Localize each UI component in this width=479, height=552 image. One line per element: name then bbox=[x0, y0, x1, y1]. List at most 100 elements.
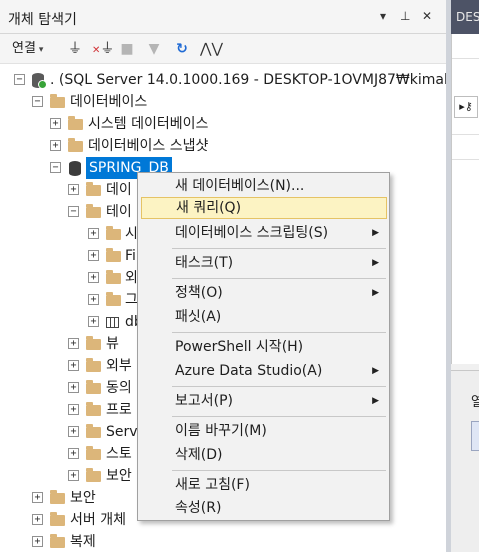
object-explorer-toolbar: 연결 ▾ ⏚ ✕⏚ ■ ▼ ↻ ⋀⋁ bbox=[0, 34, 446, 64]
folder-icon bbox=[50, 94, 65, 108]
folder-icon bbox=[106, 226, 121, 240]
menu-separator bbox=[172, 332, 386, 333]
object-explorer-titlebar: 개체 탐색기 ▾ ⊥ ✕ bbox=[0, 0, 446, 34]
menu-item-label: 태스크(T) bbox=[175, 255, 234, 271]
tree-node-label: 서버 개체 bbox=[70, 512, 126, 528]
disconnect-plug-icon[interactable]: ✕⏚ bbox=[92, 40, 114, 58]
tree-node-label: 외 bbox=[125, 270, 138, 286]
folder-icon bbox=[86, 424, 101, 438]
document-tab[interactable]: DESKTOP bbox=[451, 0, 479, 34]
menu-item-script-database[interactable]: 데이터베이스 스크립팅(S) ▶ bbox=[141, 222, 387, 244]
expand-icon[interactable]: + bbox=[88, 294, 99, 305]
tree-node-label: 그 bbox=[125, 292, 138, 308]
expand-icon[interactable]: + bbox=[88, 250, 99, 261]
tree-node-label: 뷰 bbox=[106, 336, 119, 352]
document-pane: DESKTOP ▸⚷ 열 bbox=[451, 0, 479, 552]
connect-label: 연결 bbox=[12, 41, 36, 56]
menu-item-properties[interactable]: 속성(R) bbox=[141, 497, 387, 519]
collapse-icon[interactable]: − bbox=[14, 74, 25, 85]
menu-item-reports[interactable]: 보고서(P) ▶ bbox=[141, 390, 387, 412]
menu-item-label: 새 쿼리(Q) bbox=[176, 200, 242, 216]
menu-item-azure-data-studio[interactable]: Azure Data Studio(A) ▶ bbox=[141, 360, 387, 382]
database-icon bbox=[69, 161, 81, 176]
refresh-icon[interactable]: ↻ bbox=[173, 40, 191, 58]
menu-item-start-powershell[interactable]: PowerShell 시작(H) bbox=[141, 336, 387, 358]
folder-icon bbox=[106, 248, 121, 262]
expand-icon[interactable]: + bbox=[68, 404, 79, 415]
folder-icon bbox=[86, 468, 101, 482]
expand-icon[interactable]: + bbox=[50, 118, 61, 129]
tree-node-label: 보안 bbox=[106, 468, 132, 484]
menu-item-label: 정책(O) bbox=[175, 285, 223, 301]
expand-icon[interactable]: + bbox=[32, 536, 43, 547]
activity-monitor-icon[interactable]: ⋀⋁ bbox=[200, 40, 223, 58]
menu-item-label: 이름 바꾸기(M) bbox=[175, 423, 267, 439]
menu-item-delete[interactable]: 삭제(D) bbox=[141, 444, 387, 466]
key-icon: ▸⚷ bbox=[454, 96, 478, 118]
pin-icon[interactable]: ⊥ bbox=[400, 9, 410, 23]
menu-item-new-query[interactable]: 새 쿼리(Q) bbox=[141, 197, 387, 219]
tree-node-label: 프로 bbox=[106, 402, 132, 418]
menu-separator bbox=[172, 278, 386, 279]
tree-node-label: 시 bbox=[125, 226, 138, 242]
menu-item-label: PowerShell 시작(H) bbox=[175, 339, 304, 355]
window-position-dropdown-icon[interactable]: ▾ bbox=[380, 9, 386, 23]
submenu-arrow-icon: ▶ bbox=[372, 396, 379, 406]
menu-item-facets[interactable]: 패싯(A) bbox=[141, 306, 387, 328]
expand-icon[interactable]: + bbox=[68, 338, 79, 349]
tree-node-label: 데이 bbox=[106, 182, 132, 198]
menu-separator bbox=[172, 416, 386, 417]
folder-icon bbox=[86, 336, 101, 350]
menu-item-label: 보고서(P) bbox=[175, 393, 234, 409]
folder-icon bbox=[106, 270, 121, 284]
expand-icon[interactable]: + bbox=[32, 514, 43, 525]
chevron-down-icon: ▾ bbox=[38, 45, 44, 55]
tree-node-label: 외부 bbox=[106, 358, 132, 374]
expand-icon[interactable]: + bbox=[68, 470, 79, 481]
folder-icon bbox=[68, 138, 83, 152]
menu-item-label: Azure Data Studio(A) bbox=[175, 363, 323, 379]
expand-icon[interactable]: + bbox=[32, 492, 43, 503]
results-grid: ▸⚷ bbox=[451, 34, 479, 364]
collapse-icon[interactable]: − bbox=[50, 162, 61, 173]
folder-icon bbox=[86, 182, 101, 196]
tree-node-label: 테이 bbox=[106, 204, 132, 220]
menu-item-label: 패싯(A) bbox=[175, 309, 222, 325]
expand-icon[interactable]: + bbox=[68, 426, 79, 437]
menu-item-refresh[interactable]: 새로 고침(F) bbox=[141, 474, 387, 496]
connect-button[interactable]: 연결 ▾ bbox=[12, 40, 43, 58]
close-icon[interactable]: ✕ bbox=[422, 9, 432, 23]
tree-node-label: 복제 bbox=[70, 534, 96, 550]
expand-icon[interactable]: + bbox=[50, 140, 61, 151]
menu-item-tasks[interactable]: 태스크(T) ▶ bbox=[141, 252, 387, 274]
expand-icon[interactable]: + bbox=[68, 382, 79, 393]
submenu-arrow-icon: ▶ bbox=[372, 288, 379, 298]
collapse-icon[interactable]: − bbox=[32, 96, 43, 107]
collapse-icon[interactable]: − bbox=[68, 206, 79, 217]
expand-icon[interactable]: + bbox=[68, 448, 79, 459]
menu-item-new-database[interactable]: 새 데이터베이스(N)... bbox=[141, 175, 387, 197]
menu-item-rename[interactable]: 이름 바꾸기(M) bbox=[141, 420, 387, 442]
expand-icon[interactable]: + bbox=[68, 184, 79, 195]
connect-plug-icon[interactable]: ⏚ bbox=[66, 40, 84, 58]
folder-icon bbox=[86, 446, 101, 460]
menu-item-label: 데이터베이스 스크립팅(S) bbox=[175, 225, 329, 241]
menu-item-policies[interactable]: 정책(O) ▶ bbox=[141, 282, 387, 304]
expand-icon[interactable]: + bbox=[88, 228, 99, 239]
context-menu: 새 데이터베이스(N)... 새 쿼리(Q) 데이터베이스 스크립팅(S) ▶ 태… bbox=[137, 172, 390, 521]
folder-icon bbox=[86, 358, 101, 372]
submenu-arrow-icon: ▶ bbox=[372, 228, 379, 238]
tree-node-label: Fi bbox=[125, 248, 136, 264]
filter-icon[interactable]: ▼ bbox=[145, 40, 163, 58]
stop-icon[interactable]: ■ bbox=[118, 40, 136, 58]
expand-icon[interactable]: + bbox=[88, 316, 99, 327]
table-icon bbox=[106, 317, 119, 328]
folder-icon bbox=[68, 116, 83, 130]
tree-node-label: 스토 bbox=[106, 446, 132, 462]
folder-icon bbox=[50, 534, 65, 548]
expand-icon[interactable]: + bbox=[88, 272, 99, 283]
server-icon bbox=[32, 73, 47, 89]
tree-node-label: 데이터베이스 스냅샷 bbox=[88, 138, 209, 154]
expand-icon[interactable]: + bbox=[68, 360, 79, 371]
properties-toolbar-icon[interactable] bbox=[471, 421, 479, 451]
